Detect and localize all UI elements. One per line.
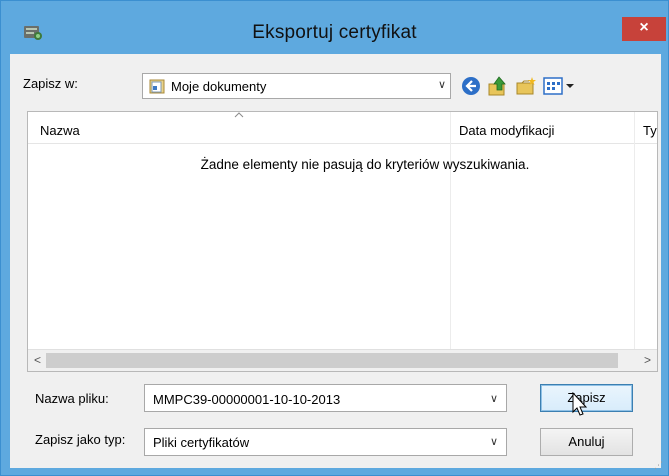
- column-date-modified[interactable]: Data modyfikacji: [459, 123, 554, 138]
- view-menu-icon[interactable]: [542, 75, 576, 97]
- save-as-type-label: Zapisz jako typ:: [35, 432, 126, 447]
- window-title: Eksportuj certyfikat: [252, 22, 417, 43]
- documents-folder-icon: [149, 79, 165, 94]
- chevron-down-icon[interactable]: ∨: [438, 78, 446, 91]
- column-divider[interactable]: [450, 112, 451, 371]
- sort-ascending-icon: [234, 112, 244, 118]
- file-name-label: Nazwa pliku:: [35, 391, 109, 406]
- back-arrow-icon[interactable]: [460, 75, 482, 97]
- new-folder-icon[interactable]: [515, 75, 537, 97]
- file-list[interactable]: Nazwa Data modyfikacji Ty Żadne elementy…: [27, 111, 658, 372]
- save-as-type-value: Pliki certyfikatów: [153, 435, 250, 450]
- mouse-pointer-icon: [572, 392, 588, 416]
- title-bar[interactable]: Eksportuj certyfikat ×: [1, 1, 668, 53]
- scrollbar-thumb[interactable]: [46, 353, 618, 368]
- save-in-label: Zapisz w:: [23, 76, 78, 91]
- save-in-value: Moje dokumenty: [171, 79, 267, 94]
- cancel-button[interactable]: Anuluj: [540, 428, 633, 456]
- chevron-down-icon[interactable]: ∨: [490, 435, 498, 448]
- up-folder-icon[interactable]: [487, 75, 509, 97]
- resize-grip-icon[interactable]: ⋰: [654, 460, 663, 471]
- export-certificate-dialog: Eksportuj certyfikat × Zapisz w: Moje do…: [0, 0, 669, 476]
- scroll-right-icon[interactable]: >: [644, 353, 651, 367]
- close-button[interactable]: ×: [622, 17, 666, 41]
- column-name[interactable]: Nazwa: [40, 123, 80, 138]
- list-header: Nazwa Data modyfikacji Ty: [28, 112, 657, 144]
- column-divider[interactable]: [634, 112, 635, 371]
- file-name-value[interactable]: MMPC39-00000001-10-10-2013: [153, 392, 340, 407]
- column-type[interactable]: Ty: [643, 123, 657, 138]
- chevron-down-icon[interactable]: ∨: [490, 392, 498, 405]
- close-icon: ×: [639, 19, 649, 36]
- save-as-type-dropdown[interactable]: Pliki certyfikatów ∨: [144, 428, 507, 456]
- empty-list-message: Żadne elementy nie pasują do kryteriów w…: [200, 157, 530, 172]
- horizontal-scrollbar[interactable]: < >: [28, 349, 657, 371]
- file-name-input[interactable]: MMPC39-00000001-10-10-2013 ∨: [144, 384, 507, 412]
- scroll-left-icon[interactable]: <: [34, 353, 41, 367]
- save-in-dropdown[interactable]: Moje dokumenty ∨: [142, 73, 451, 99]
